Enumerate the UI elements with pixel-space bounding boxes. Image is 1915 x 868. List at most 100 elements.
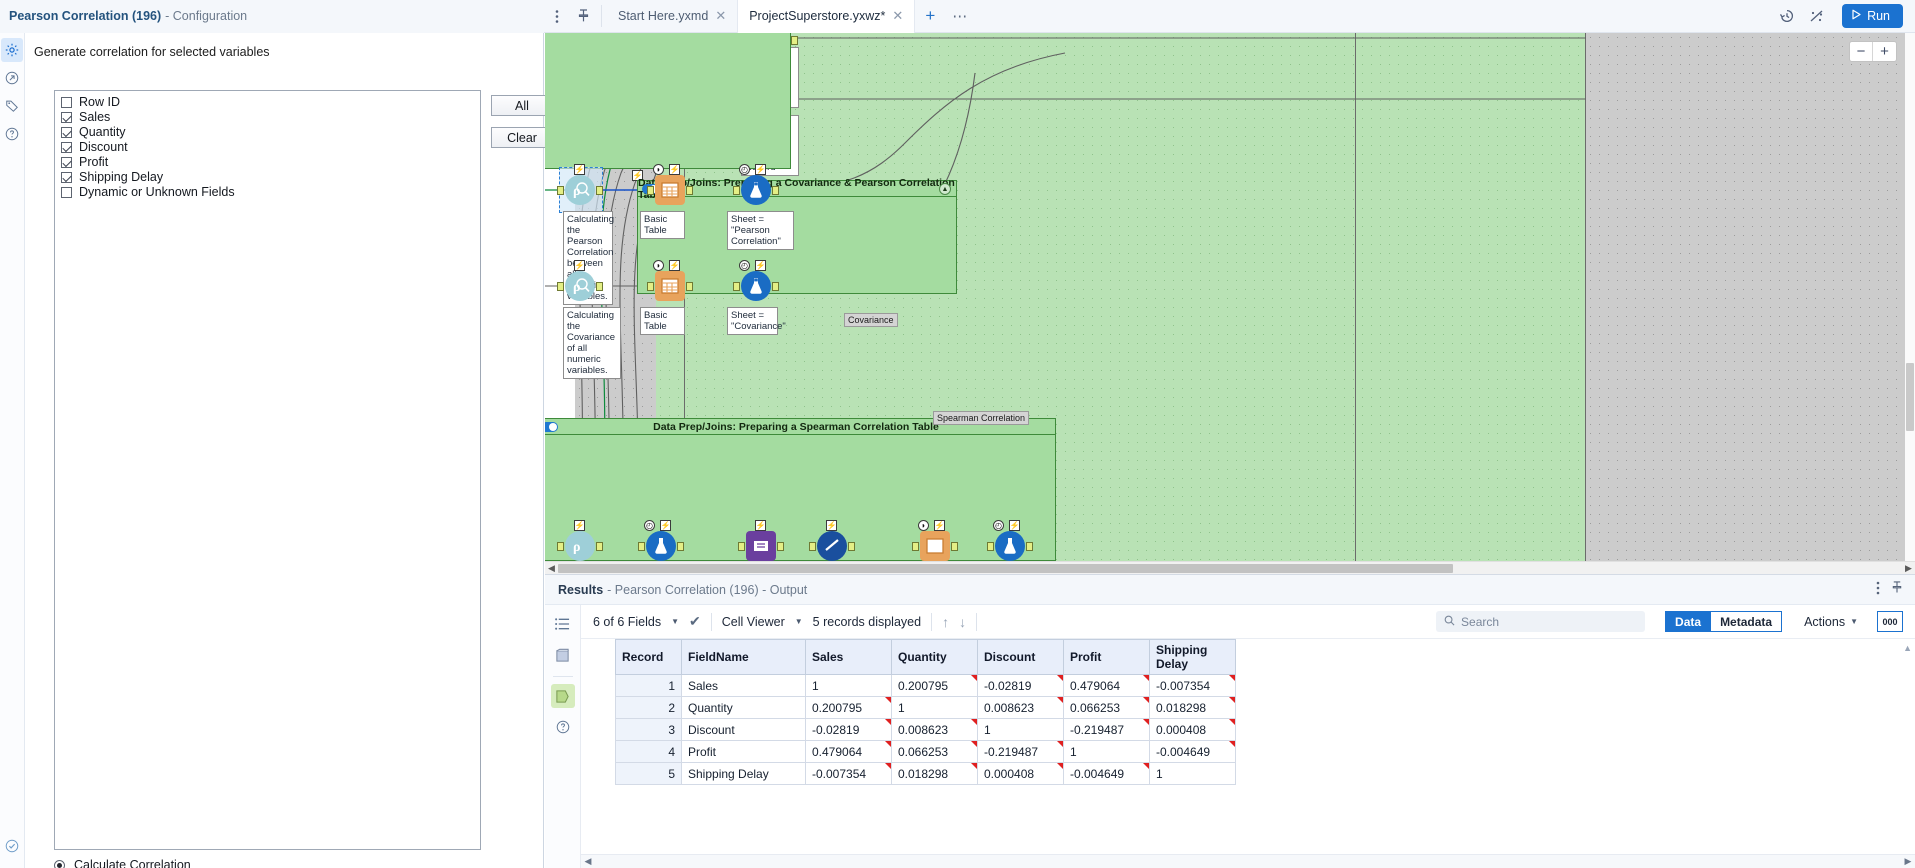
input-port[interactable] bbox=[557, 282, 564, 291]
container-toggle-2[interactable] bbox=[545, 422, 558, 432]
check-icon[interactable]: ✔ bbox=[689, 613, 701, 630]
insights-icon[interactable] bbox=[1804, 3, 1830, 29]
canvas-vertical-scrollbar[interactable] bbox=[1905, 33, 1915, 561]
node-pearson-correlation[interactable]: ρ ⚡ bbox=[557, 164, 603, 213]
scroll-left-icon[interactable]: ◀ bbox=[545, 563, 558, 574]
output-icon[interactable] bbox=[550, 684, 575, 708]
checkbox[interactable] bbox=[61, 187, 72, 198]
zoom-in-button[interactable]: + bbox=[1873, 42, 1896, 61]
zero-format-button[interactable]: 000 bbox=[1877, 611, 1903, 632]
checkbox-row-shipping-delay[interactable]: Shipping Delay bbox=[61, 170, 480, 185]
checkbox[interactable] bbox=[61, 172, 72, 183]
tab-metadata[interactable]: Metadata bbox=[1711, 611, 1783, 632]
input-port[interactable] bbox=[647, 282, 654, 291]
list-icon[interactable] bbox=[551, 612, 575, 636]
close-icon[interactable]: ✕ bbox=[892, 8, 903, 24]
node-spearman-rho[interactable]: ρ ⚡ bbox=[557, 520, 603, 561]
column-header-quantity[interactable]: Quantity bbox=[891, 639, 978, 675]
node-transform-spearman[interactable]: ⚡ bbox=[738, 520, 784, 561]
column-header-sales[interactable]: Sales bbox=[805, 639, 892, 675]
column-header-discount[interactable]: Discount bbox=[977, 639, 1064, 675]
results-horizontal-scrollbar[interactable]: ◀ ▶ bbox=[581, 854, 1915, 868]
checkbox-row-profit[interactable]: Profit bbox=[61, 155, 480, 170]
results-scroll-up-icon[interactable]: ▲ bbox=[1903, 643, 1912, 653]
node-basic-table-covariance[interactable]: ◗ ⚡ bbox=[647, 260, 693, 301]
cell-viewer-label[interactable]: Cell Viewer bbox=[722, 615, 785, 629]
help-icon[interactable] bbox=[551, 715, 575, 739]
pin-icon[interactable] bbox=[1891, 581, 1903, 598]
table-row[interactable]: 3 Discount -0.02819 0.008623 1 -0.219487… bbox=[615, 718, 1236, 741]
checkbox[interactable] bbox=[61, 142, 72, 153]
canvas-vertical-scroll-thumb[interactable] bbox=[1906, 363, 1914, 431]
output-port[interactable] bbox=[951, 542, 958, 551]
node-render-spearman-c[interactable]: ◴ ⚡ bbox=[987, 520, 1033, 561]
column-header-record[interactable]: Record bbox=[615, 639, 682, 675]
radio-calculate-correlation[interactable]: Calculate Correlation bbox=[54, 858, 191, 868]
container-covariance-pearson[interactable]: Data Prep/Joins: Preparing a Covariance … bbox=[637, 177, 957, 294]
checkbox[interactable] bbox=[61, 157, 72, 168]
output-port[interactable] bbox=[677, 542, 684, 551]
radio-button[interactable] bbox=[54, 859, 65, 868]
add-tab-button[interactable]: + bbox=[915, 0, 945, 33]
input-port[interactable] bbox=[557, 186, 564, 195]
output-port[interactable] bbox=[772, 282, 779, 291]
input-port[interactable] bbox=[733, 282, 740, 291]
workflow-canvas[interactable]: ⚡ Generating Field Summary on the Supers… bbox=[545, 33, 1915, 571]
output-port[interactable] bbox=[777, 542, 784, 551]
checkbox-row-discount[interactable]: Discount bbox=[61, 140, 480, 155]
output-port[interactable] bbox=[791, 36, 798, 45]
scroll-right-icon[interactable]: ▶ bbox=[1902, 563, 1915, 574]
search-box[interactable]: Search bbox=[1436, 611, 1646, 632]
chevron-down-icon[interactable]: ▼ bbox=[671, 617, 679, 626]
input-port[interactable] bbox=[557, 542, 564, 551]
input-port[interactable] bbox=[733, 186, 740, 195]
validate-icon[interactable] bbox=[1, 834, 23, 858]
input-port[interactable] bbox=[738, 542, 745, 551]
chevron-up-icon[interactable]: ▲ bbox=[939, 183, 951, 195]
more-tabs-button[interactable]: ⋯ bbox=[945, 0, 975, 33]
input-port[interactable] bbox=[987, 542, 994, 551]
canvas-zoom-controls[interactable]: − + bbox=[1849, 41, 1897, 62]
checkbox-row-sales[interactable]: Sales bbox=[61, 110, 480, 125]
input-port[interactable] bbox=[638, 542, 645, 551]
tab-data[interactable]: Data bbox=[1665, 611, 1712, 632]
scroll-down-button[interactable]: ↓ bbox=[959, 614, 966, 630]
table-row[interactable]: 4 Profit 0.479064 0.066253 -0.219487 1 -… bbox=[615, 740, 1236, 763]
pin-icon[interactable] bbox=[570, 3, 596, 29]
checkbox[interactable] bbox=[61, 97, 72, 108]
output-port[interactable] bbox=[1026, 542, 1033, 551]
fields-count-label[interactable]: 6 of 6 Fields bbox=[593, 615, 661, 629]
run-button[interactable]: Run bbox=[1842, 4, 1903, 28]
scroll-up-button[interactable]: ↑ bbox=[942, 614, 949, 630]
output-port[interactable] bbox=[686, 282, 693, 291]
node-render-spearman-b[interactable]: ⚡ bbox=[809, 520, 855, 561]
checkbox-row-quantity[interactable]: Quantity bbox=[61, 125, 480, 140]
annotation-icon[interactable] bbox=[1, 66, 23, 90]
output-port[interactable] bbox=[772, 186, 779, 195]
output-port[interactable] bbox=[686, 186, 693, 195]
tab-project-superstore[interactable]: ProjectSuperstore.yxwz* ✕ bbox=[738, 0, 916, 33]
container-spearman[interactable]: Data Prep/Joins: Preparing a Spearman Co… bbox=[545, 418, 1056, 561]
tab-start-here[interactable]: Start Here.yxmd ✕ bbox=[607, 0, 739, 33]
output-port[interactable] bbox=[596, 186, 603, 195]
checkbox[interactable] bbox=[61, 112, 72, 123]
results-table-wrapper[interactable]: Record FieldName Sales Quantity Discount… bbox=[581, 639, 1915, 852]
layout-icon[interactable] bbox=[551, 643, 575, 667]
node-render-pearson[interactable]: ◴ ⚡ bbox=[733, 164, 779, 205]
column-header-fieldname[interactable]: FieldName bbox=[681, 639, 806, 675]
column-header-profit[interactable]: Profit bbox=[1063, 639, 1150, 675]
output-port[interactable] bbox=[596, 542, 603, 551]
node-covariance[interactable]: ρ ⚡ bbox=[557, 260, 603, 301]
variables-checklist[interactable]: Row ID Sales Quantity Discount Profit Sh… bbox=[54, 90, 481, 850]
checkbox-row-row-id[interactable]: Row ID bbox=[61, 95, 480, 110]
select-all-button[interactable]: All bbox=[491, 95, 553, 116]
input-port[interactable] bbox=[647, 186, 654, 195]
checkbox-row-dynamic-unknown[interactable]: Dynamic or Unknown Fields bbox=[61, 185, 480, 200]
tag-icon[interactable] bbox=[1, 94, 23, 118]
table-row[interactable]: 1 Sales 1 0.200795 -0.02819 0.479064 -0.… bbox=[615, 674, 1236, 697]
close-icon[interactable]: ✕ bbox=[715, 8, 726, 24]
input-port[interactable] bbox=[809, 542, 816, 551]
kebab-menu-icon[interactable] bbox=[1876, 581, 1880, 598]
kebab-menu-icon[interactable] bbox=[544, 3, 570, 29]
scroll-right-icon[interactable]: ▶ bbox=[1901, 856, 1915, 867]
